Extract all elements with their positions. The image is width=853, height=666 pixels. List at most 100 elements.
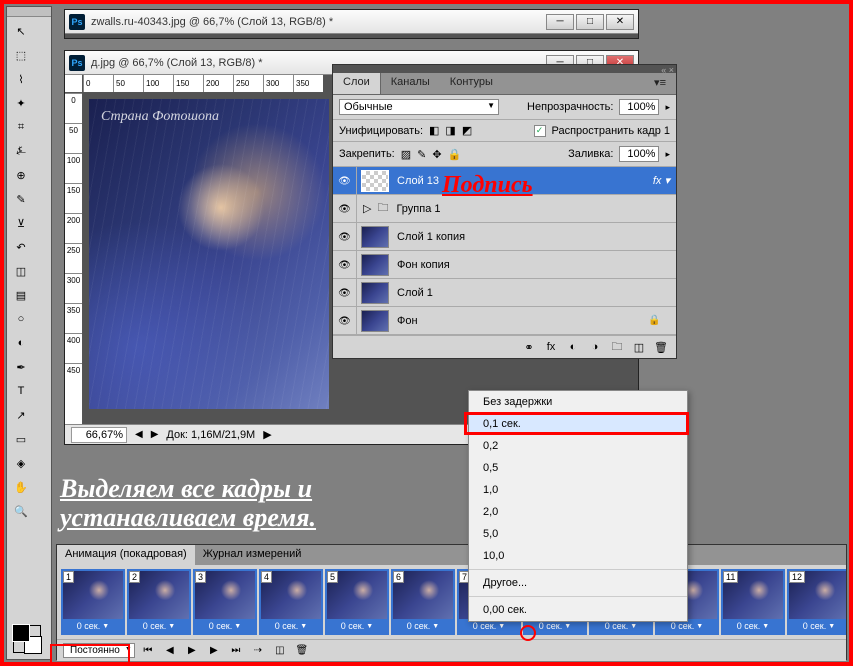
delay-item-0.1[interactable]: 0,1 сек. <box>469 413 687 435</box>
delay-item-0.5[interactable]: 0,5 <box>469 457 687 479</box>
delete-layer-icon[interactable]: 🗑 <box>654 340 668 354</box>
tool-hand[interactable]: ✋ <box>10 476 32 498</box>
tool-stamp[interactable]: ⊻ <box>10 212 32 234</box>
frame-delay[interactable]: 0 сек. ▼ <box>261 619 321 633</box>
tool-history[interactable]: ↶ <box>10 236 32 258</box>
toolbox-grip[interactable] <box>7 7 51 17</box>
link-layers-icon[interactable]: ⚭ <box>522 340 536 354</box>
play-icon[interactable]: ▶ <box>183 643 201 659</box>
frame-delay[interactable]: 0 сек. ▼ <box>63 619 123 633</box>
tool-pen[interactable]: ✒ <box>10 356 32 378</box>
fill-slider-icon[interactable]: ▸ <box>665 149 670 160</box>
delay-item-none[interactable]: Без задержки <box>469 391 687 413</box>
layer-row[interactable]: Слой 1 <box>333 279 676 307</box>
visibility-toggle[interactable] <box>333 251 357 278</box>
delay-item-1.0[interactable]: 1,0 <box>469 479 687 501</box>
close-button[interactable]: ✕ <box>606 14 634 30</box>
fx-icon[interactable]: fx ▾ <box>653 174 670 187</box>
prev-frame-icon[interactable]: ◀ <box>161 643 179 659</box>
fill-input[interactable] <box>619 146 659 162</box>
group-icon[interactable]: 🗀 <box>610 340 624 354</box>
delay-item-current[interactable]: 0,00 сек. <box>469 599 687 621</box>
delay-item-other[interactable]: Другое... <box>469 572 687 594</box>
loop-dropdown[interactable]: Постоянно <box>63 643 135 658</box>
delay-item-0.2[interactable]: 0,2 <box>469 435 687 457</box>
frame-delay[interactable]: 0 сек. ▼ <box>789 619 846 633</box>
panel-menu-icon[interactable]: ▾≡ <box>644 73 676 94</box>
animation-frame[interactable]: 40 сек. ▼ <box>259 569 323 635</box>
tool-brush[interactable]: ✎ <box>10 188 32 210</box>
tool-eraser[interactable]: ◫ <box>10 260 32 282</box>
lock-transparency-icon[interactable]: ▨ <box>401 148 411 161</box>
opacity-input[interactable] <box>619 99 659 115</box>
frame-delay[interactable]: 0 сек. ▼ <box>327 619 387 633</box>
layer-style-icon[interactable]: fx <box>544 340 558 354</box>
animation-frame[interactable]: 10 сек. ▼ <box>61 569 125 635</box>
unify-style-icon[interactable]: ◩ <box>462 124 472 137</box>
next-frame-icon[interactable]: ▶ <box>205 643 223 659</box>
frame-delay[interactable]: 0 сек. ▼ <box>129 619 189 633</box>
opacity-slider-icon[interactable]: ▸ <box>665 102 670 113</box>
blend-mode-dropdown[interactable]: Обычные <box>339 99 499 115</box>
tool-crop[interactable]: ⌗ <box>10 116 32 138</box>
tool-move[interactable]: ↖ <box>10 20 32 42</box>
visibility-toggle[interactable] <box>333 307 357 334</box>
delay-item-10.0[interactable]: 10,0 <box>469 545 687 567</box>
animation-frame[interactable]: 20 сек. ▼ <box>127 569 191 635</box>
visibility-toggle[interactable] <box>333 167 357 194</box>
minimize-button[interactable]: ─ <box>546 14 574 30</box>
tab-channels[interactable]: Каналы <box>381 73 440 94</box>
duplicate-frame-icon[interactable]: ◫ <box>271 643 289 659</box>
tool-marquee[interactable]: ⬚ <box>10 44 32 66</box>
tool-shape[interactable]: ▭ <box>10 428 32 450</box>
frame-delay[interactable]: 0 сек. ▼ <box>723 619 783 633</box>
lock-all-icon[interactable]: 🔒 <box>448 148 462 161</box>
tool-lasso[interactable]: ⌇ <box>10 68 32 90</box>
visibility-toggle[interactable] <box>333 279 357 306</box>
tab-layers[interactable]: Слои <box>333 73 381 94</box>
color-swatch[interactable] <box>13 625 41 653</box>
tab-measurements[interactable]: Журнал измерений <box>195 545 310 565</box>
tool-3d[interactable]: ◈ <box>10 452 32 474</box>
animation-frame[interactable]: 120 сек. ▼ <box>787 569 846 635</box>
animation-frame[interactable]: 110 сек. ▼ <box>721 569 785 635</box>
ruler-horizontal[interactable]: 050100150200250300350 <box>83 75 323 93</box>
tween-icon[interactable]: ⇢ <box>249 643 267 659</box>
tool-eyedropper[interactable]: ⍼ <box>10 140 32 162</box>
new-layer-icon[interactable]: ◫ <box>632 340 646 354</box>
tool-type[interactable]: T <box>10 380 32 402</box>
animation-frame[interactable]: 50 сек. ▼ <box>325 569 389 635</box>
layer-mask-icon[interactable]: ◐ <box>566 340 580 354</box>
delete-frame-icon[interactable]: 🗑 <box>293 643 311 659</box>
tool-dodge[interactable]: ◐ <box>10 332 32 354</box>
ruler-vertical[interactable]: 050100150200250300350400450 <box>65 93 83 424</box>
tool-gradient[interactable]: ▤ <box>10 284 32 306</box>
unify-position-icon[interactable]: ◧ <box>429 124 439 137</box>
layer-row[interactable]: Фон🔒 <box>333 307 676 335</box>
maximize-button[interactable]: □ <box>576 14 604 30</box>
zoom-input[interactable] <box>71 427 127 443</box>
adjustment-layer-icon[interactable]: ◑ <box>588 340 602 354</box>
layer-row[interactable]: ▷🗀Группа 1 <box>333 195 676 223</box>
foreground-color[interactable] <box>12 624 30 642</box>
lock-pixels-icon[interactable]: ✎ <box>417 148 426 161</box>
titlebar-1[interactable]: Ps zwalls.ru-40343.jpg @ 66,7% (Слой 13,… <box>65 10 638 34</box>
layer-row[interactable]: Фон копия <box>333 251 676 279</box>
layer-row[interactable]: Слой 1 копия <box>333 223 676 251</box>
animation-frame[interactable]: 30 сек. ▼ <box>193 569 257 635</box>
delay-item-2.0[interactable]: 2,0 <box>469 501 687 523</box>
lock-position-icon[interactable]: ✥ <box>432 148 441 161</box>
visibility-toggle[interactable] <box>333 195 357 222</box>
tool-blur[interactable]: ○ <box>10 308 32 330</box>
first-frame-icon[interactable]: ⏮ <box>139 643 157 659</box>
tool-heal[interactable]: ⊕ <box>10 164 32 186</box>
tool-zoom[interactable]: 🔍 <box>10 500 32 522</box>
tool-wand[interactable]: ✦ <box>10 92 32 114</box>
animation-frame[interactable]: 60 сек. ▼ <box>391 569 455 635</box>
frame-delay[interactable]: 0 сек. ▼ <box>195 619 255 633</box>
last-frame-icon[interactable]: ⏭ <box>227 643 245 659</box>
tab-animation[interactable]: Анимация (покадровая) <box>57 545 195 565</box>
visibility-toggle[interactable] <box>333 223 357 250</box>
unify-visibility-icon[interactable]: ◨ <box>445 124 455 137</box>
delay-item-5.0[interactable]: 5,0 <box>469 523 687 545</box>
